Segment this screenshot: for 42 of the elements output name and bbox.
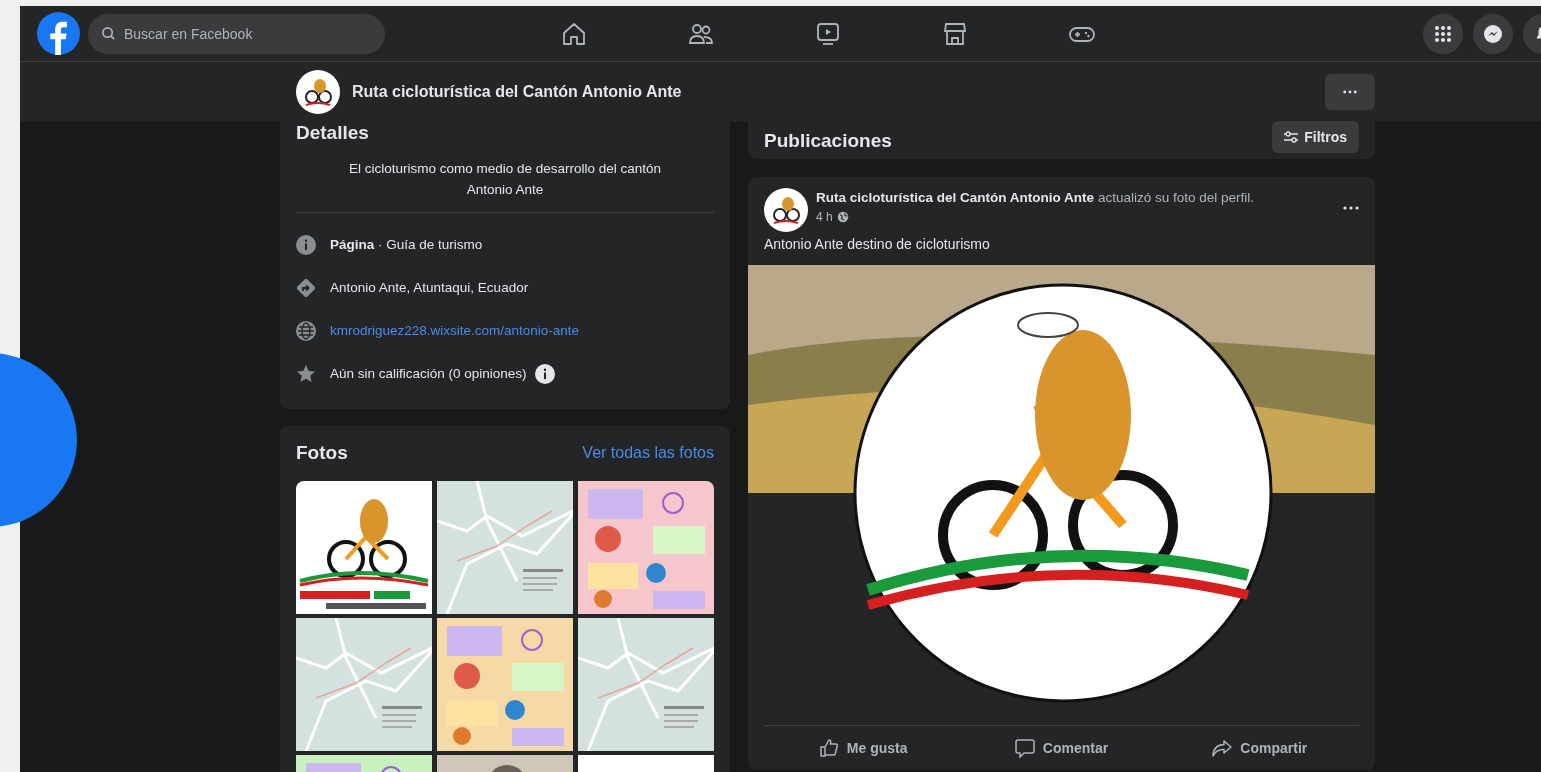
globe-icon xyxy=(296,320,316,341)
filters-button[interactable]: Filtros xyxy=(1272,120,1359,153)
photos-title: Fotos xyxy=(296,442,348,464)
posts-title: Publicaciones xyxy=(764,129,892,152)
sliders-icon xyxy=(1284,130,1299,143)
search-icon xyxy=(101,25,116,41)
infographic-thumbnail[interactable] xyxy=(578,481,714,614)
thumbs-up-icon xyxy=(818,738,839,758)
address-text: Antonio Ante, Atuntaqui, Ecuador xyxy=(330,280,529,295)
like-button[interactable]: Me gusta xyxy=(764,730,963,766)
page-description: El cicloturismo como medio de desarrollo del cantón Antonio Ante xyxy=(347,160,663,199)
map-thumbnail[interactable] xyxy=(296,618,432,751)
page-avatar-icon[interactable] xyxy=(764,188,808,232)
messenger-icon[interactable] xyxy=(1473,13,1513,54)
info-icon[interactable] xyxy=(534,363,555,384)
infographic-thumbnail[interactable] xyxy=(437,618,573,751)
details-title: Detalles xyxy=(296,122,370,144)
speech-bubble-icon xyxy=(1014,738,1035,758)
logo-thumbnail[interactable] xyxy=(296,481,432,614)
info-icon xyxy=(296,234,316,255)
globe-icon xyxy=(836,211,849,223)
rating-text: Aún sin calificación (0 opiniones) xyxy=(330,366,527,381)
post-author-link[interactable]: Ruta cicloturística del Cantón Antonio Ante xyxy=(816,190,1094,205)
page-avatar-icon[interactable] xyxy=(296,70,340,114)
website-link[interactable]: kmrodriguez228.wixsite.com/antonio-ante xyxy=(330,323,580,338)
search-field[interactable]: Buscar en Facebook xyxy=(88,13,385,54)
post-time[interactable]: 4 h xyxy=(816,210,833,224)
map-thumbnail[interactable] xyxy=(578,618,714,751)
post-text: Antonio Ante destino de cicloturismo xyxy=(764,236,991,252)
more-icon[interactable] xyxy=(1343,206,1359,210)
post-action-text: actualizó su foto del perfil. xyxy=(1098,190,1255,205)
share-arrow-icon xyxy=(1212,738,1233,758)
page-title[interactable]: Ruta cicloturística del Cantón Antonio Ante xyxy=(352,83,682,101)
category-text: Página · Guía de turismo xyxy=(330,237,483,252)
menu-icon[interactable] xyxy=(1423,13,1463,54)
map-thumbnail[interactable] xyxy=(437,481,573,614)
facebook-logo-icon[interactable] xyxy=(37,12,80,55)
see-all-photos-link[interactable]: Ver todas las fotos xyxy=(582,444,714,462)
star-icon xyxy=(296,363,316,384)
comment-button[interactable]: Comentar xyxy=(962,730,1161,766)
more-icon xyxy=(1343,90,1357,94)
share-button[interactable]: Compartir xyxy=(1160,730,1359,766)
